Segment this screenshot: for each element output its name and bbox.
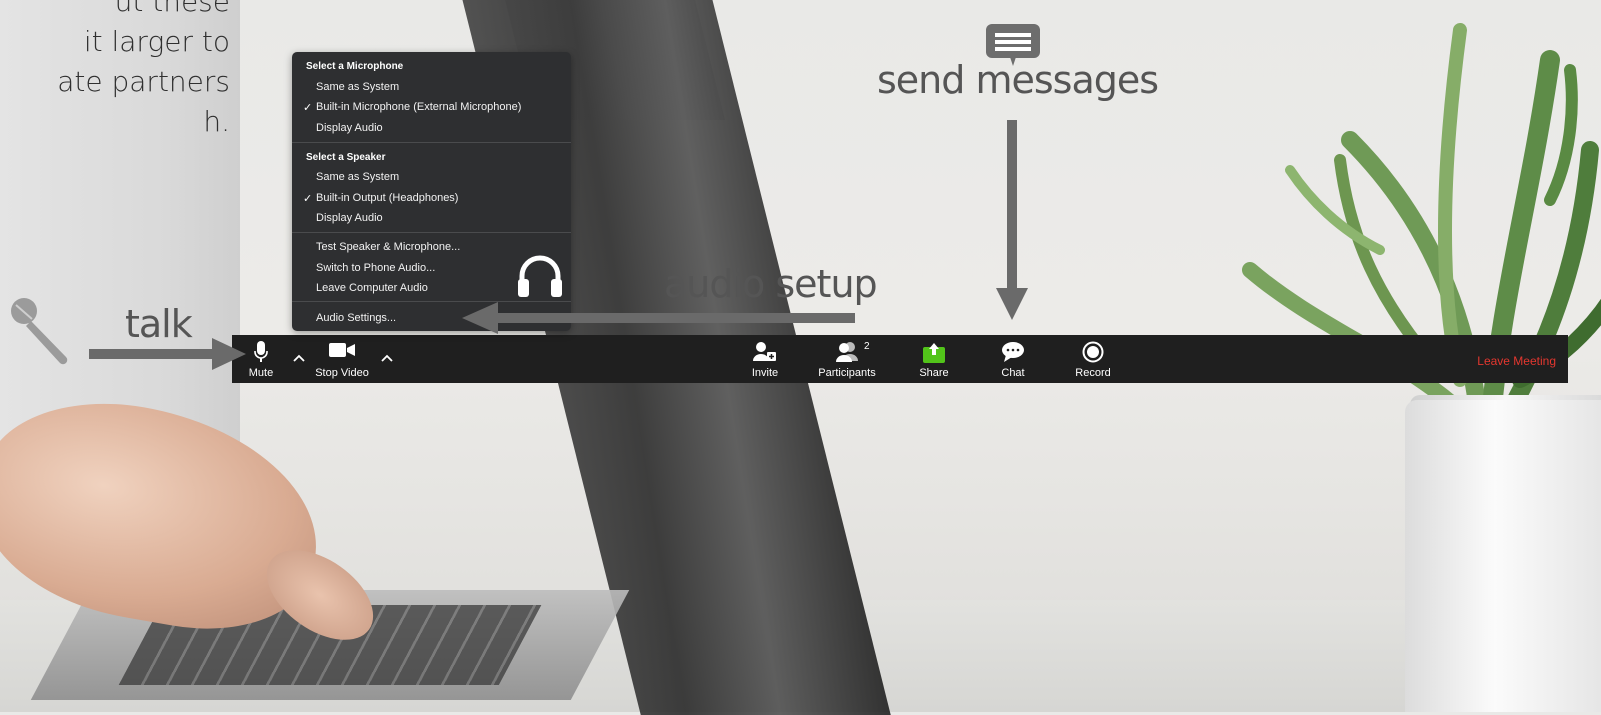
microphone-section-header: Select a Microphone [306,61,404,72]
video-options-caret[interactable] [378,347,396,371]
audio-options-caret[interactable] [290,347,308,371]
chat-button[interactable]: Chat [992,335,1034,383]
menu-item-mic-builtin[interactable]: Built-in Microphone (External Microphone… [316,101,521,113]
audio-options-menu: Select a Microphone Same as System ✓ Bui… [292,52,571,331]
checkmark-icon: ✓ [303,193,313,205]
participants-button[interactable]: 2 Participants [812,335,882,383]
annotation-talk: talk [125,302,193,346]
menu-item-speaker-display-audio[interactable]: Display Audio [316,212,383,224]
arrow-audio-setup [495,313,855,323]
menu-item-audio-settings[interactable]: Audio Settings... [316,312,396,324]
participants-icon: 2 [834,341,870,366]
arrow-send-messages [1007,120,1017,292]
arrow-head-audio-setup [462,302,498,334]
stop-video-label: Stop Video [315,367,369,379]
meeting-toolbar: Mute Stop Video Invite 2 Participants Sh… [232,335,1568,383]
microphone-icon [254,341,268,366]
menu-item-test-speaker-mic[interactable]: Test Speaker & Microphone... [316,241,460,253]
menu-divider [292,232,571,233]
headphones-icon [516,252,564,303]
menu-item-leave-computer-audio[interactable]: Leave Computer Audio [316,282,428,294]
record-label: Record [1075,367,1111,379]
share-screen-icon [922,341,946,366]
arrow-talk [89,349,219,359]
participants-count: 2 [864,341,870,352]
chevron-up-icon [293,354,305,362]
speaker-section-header: Select a Speaker [306,152,386,163]
video-camera-icon [329,343,355,360]
leave-meeting-button[interactable]: Leave Meeting [1477,354,1556,368]
arrow-head-talk [212,338,246,370]
share-label: Share [919,367,949,379]
add-user-icon [753,341,777,366]
menu-item-switch-phone-audio[interactable]: Switch to Phone Audio... [316,262,435,274]
plant-pot [1405,400,1601,712]
record-icon [1082,341,1104,366]
invite-button[interactable]: Invite [742,335,788,383]
chevron-up-icon [381,354,393,362]
menu-item-mic-display-audio[interactable]: Display Audio [316,122,383,134]
menu-divider [292,142,571,143]
annotation-send-messages: send messages [877,58,1159,102]
menu-item-speaker-same-as-system[interactable]: Same as System [316,171,399,183]
chat-label: Chat [1001,367,1025,379]
chat-icon [1001,341,1025,366]
participants-label: Participants [818,367,876,379]
microphone-icon [8,295,74,372]
annotation-audio-setup: audio setup [664,262,878,306]
invite-label: Invite [751,367,779,379]
share-button[interactable]: Share [912,335,956,383]
record-button[interactable]: Record [1070,335,1116,383]
menu-item-speaker-builtin[interactable]: Built-in Output (Headphones) [316,192,458,204]
intro-text: ut these it larger to ate partners h. [57,0,230,138]
checkmark-icon: ✓ [303,102,313,114]
arrow-head-send-messages [996,288,1028,320]
stop-video-button[interactable]: Stop Video [312,335,372,383]
menu-item-mic-same-as-system[interactable]: Same as System [316,81,399,93]
